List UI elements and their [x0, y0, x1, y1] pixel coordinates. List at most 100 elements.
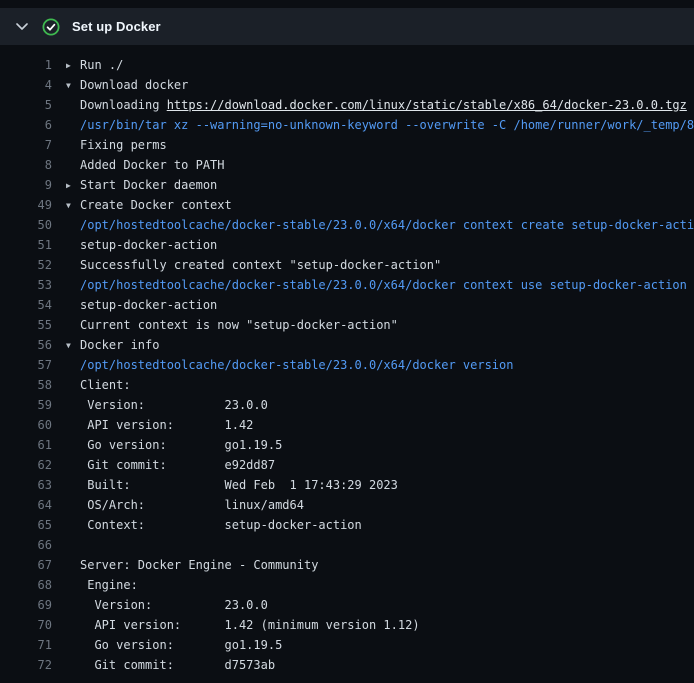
log-line[interactable]: 9 ▶Start Docker daemon	[0, 175, 694, 195]
line-number[interactable]: 51	[12, 235, 52, 255]
line-number[interactable]: 56	[12, 335, 52, 355]
line-text: Git commit: d7573ab	[66, 658, 275, 672]
line-number[interactable]: 8	[12, 155, 52, 175]
line-number[interactable]: 60	[12, 415, 52, 435]
line-number[interactable]: 64	[12, 495, 52, 515]
log-line: 58 Client:	[0, 375, 694, 395]
log-line: 71 Go version: go1.19.5	[0, 635, 694, 655]
group-label: Download docker	[80, 78, 188, 92]
log-lines: 1▶Run ./4▼Download docker5Downloading ht…	[0, 45, 694, 675]
line-text: ▼Create Docker context	[66, 198, 232, 212]
line-text: setup-docker-action	[66, 298, 217, 312]
log-line: 66	[0, 535, 694, 555]
line-text: ▶Start Docker daemon	[66, 178, 217, 192]
line-number[interactable]: 58	[12, 375, 52, 395]
log-line[interactable]: 4 ▼Download docker	[0, 75, 694, 95]
log-line[interactable]: 56 ▼Docker info	[0, 335, 694, 355]
line-text: setup-docker-action	[66, 238, 217, 252]
step-header[interactable]: Set up Docker	[0, 8, 694, 45]
line-text	[66, 538, 80, 552]
line-number[interactable]: 69	[12, 595, 52, 615]
log-line: 55 Current context is now "setup-docker-a…	[0, 315, 694, 335]
line-number[interactable]: 63	[12, 475, 52, 495]
log-link[interactable]: https://download.docker.com/linux/static…	[167, 98, 687, 112]
line-text: ▼Download docker	[66, 78, 188, 92]
line-number[interactable]: 5	[12, 95, 52, 115]
log-line: 68 Engine:	[0, 575, 694, 595]
line-number[interactable]: 54	[12, 295, 52, 315]
log-line: 63 Built: Wed Feb 1 17:43:29 2023	[0, 475, 694, 495]
line-text: Fixing perms	[66, 138, 167, 152]
line-text: Added Docker to PATH	[66, 158, 225, 172]
line-text: Successfully created context "setup-dock…	[66, 258, 441, 272]
log-line: 8 Added Docker to PATH	[0, 155, 694, 175]
log-line: 5 Downloading https://download.docker.com…	[0, 95, 694, 115]
line-text: API version: 1.42 (minimum version 1.12)	[66, 618, 420, 632]
line-number[interactable]: 49	[12, 195, 52, 215]
chevron-right-icon[interactable]: ▶	[66, 176, 80, 195]
line-number[interactable]: 7	[12, 135, 52, 155]
line-number[interactable]: 4	[12, 75, 52, 95]
log-line: 64 OS/Arch: linux/amd64	[0, 495, 694, 515]
line-text: ▶Run ./	[66, 58, 123, 72]
line-number[interactable]: 67	[12, 555, 52, 575]
log-line: 60 API version: 1.42	[0, 415, 694, 435]
line-number[interactable]: 6	[12, 115, 52, 135]
line-number[interactable]: 72	[12, 655, 52, 675]
group-label: Create Docker context	[80, 198, 232, 212]
line-text: OS/Arch: linux/amd64	[66, 498, 304, 512]
log-line: 70 API version: 1.42 (minimum version 1.…	[0, 615, 694, 635]
log-line: 61 Go version: go1.19.5	[0, 435, 694, 455]
line-number[interactable]: 57	[12, 355, 52, 375]
log-line: 6/usr/bin/tar xz --warning=no-unknown-ke…	[0, 115, 694, 135]
log-line: 62 Git commit: e92dd87	[0, 455, 694, 475]
chevron-down-icon[interactable]: ▼	[66, 196, 80, 215]
chevron-down-icon[interactable]: ▼	[66, 76, 80, 95]
log-line: 53/opt/hostedtoolcache/docker-stable/23.…	[0, 275, 694, 295]
line-text: /opt/hostedtoolcache/docker-stable/23.0.…	[66, 358, 513, 372]
line-text: Engine:	[66, 578, 138, 592]
line-text: API version: 1.42	[66, 418, 253, 432]
line-number[interactable]: 62	[12, 455, 52, 475]
line-text: Current context is now "setup-docker-act…	[66, 318, 398, 332]
line-number[interactable]: 50	[12, 215, 52, 235]
line-number[interactable]: 66	[12, 535, 52, 555]
line-number[interactable]: 61	[12, 435, 52, 455]
group-label: Start Docker daemon	[80, 178, 217, 192]
log-line: 50/opt/hostedtoolcache/docker-stable/23.…	[0, 215, 694, 235]
chevron-down-icon[interactable]	[16, 23, 28, 31]
line-number[interactable]: 70	[12, 615, 52, 635]
line-text: Built: Wed Feb 1 17:43:29 2023	[66, 478, 398, 492]
line-text: Go version: go1.19.5	[66, 638, 282, 652]
line-text: Server: Docker Engine - Community	[66, 558, 318, 572]
chevron-down-icon[interactable]: ▼	[66, 336, 80, 355]
line-text: /opt/hostedtoolcache/docker-stable/23.0.…	[66, 278, 687, 292]
log-line[interactable]: 1 ▶Run ./	[0, 55, 694, 75]
line-number[interactable]: 68	[12, 575, 52, 595]
line-number[interactable]: 1	[12, 55, 52, 75]
line-number[interactable]: 59	[12, 395, 52, 415]
line-text: Version: 23.0.0	[66, 598, 268, 612]
line-number[interactable]: 52	[12, 255, 52, 275]
line-text: /opt/hostedtoolcache/docker-stable/23.0.…	[66, 218, 694, 232]
line-number[interactable]: 55	[12, 315, 52, 335]
log-line: 69 Version: 23.0.0	[0, 595, 694, 615]
log-line: 59 Version: 23.0.0	[0, 395, 694, 415]
line-text: ▼Docker info	[66, 338, 159, 352]
line-text: Version: 23.0.0	[66, 398, 268, 412]
log-line: 7 Fixing perms	[0, 135, 694, 155]
line-number[interactable]: 53	[12, 275, 52, 295]
line-text: Client:	[66, 378, 131, 392]
line-text: Downloading https://download.docker.com/…	[66, 98, 687, 112]
log-line: 54 setup-docker-action	[0, 295, 694, 315]
group-label: Docker info	[80, 338, 159, 352]
line-number[interactable]: 9	[12, 175, 52, 195]
link-prefix: Downloading	[80, 98, 167, 112]
step-title: Set up Docker	[72, 19, 161, 34]
line-text: /usr/bin/tar xz --warning=no-unknown-key…	[66, 118, 694, 132]
chevron-right-icon[interactable]: ▶	[66, 56, 80, 75]
log-line[interactable]: 49 ▼Create Docker context	[0, 195, 694, 215]
line-number[interactable]: 71	[12, 635, 52, 655]
line-number[interactable]: 65	[12, 515, 52, 535]
log-line: 57/opt/hostedtoolcache/docker-stable/23.…	[0, 355, 694, 375]
